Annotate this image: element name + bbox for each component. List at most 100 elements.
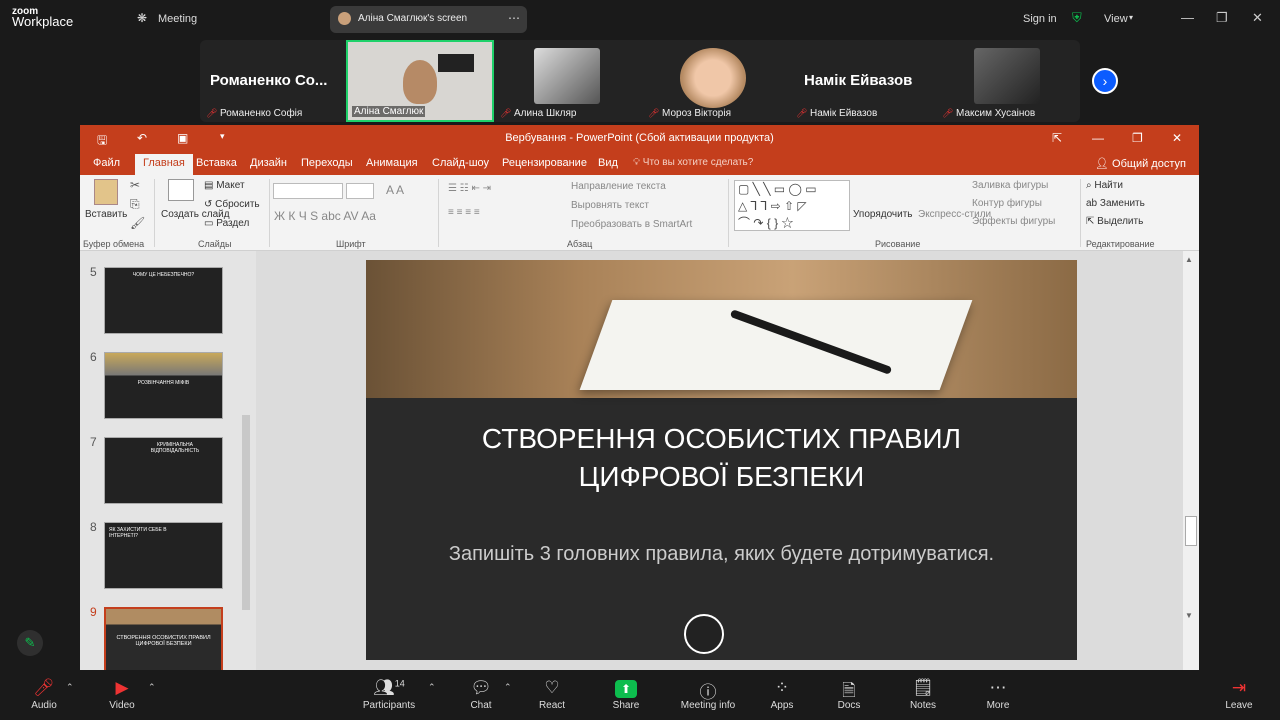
font-format-icons[interactable]: Ж К Ч S abc AV Aa bbox=[274, 209, 376, 223]
slide-thumbnail[interactable]: ЯК ЗАХИСТИТИ СЕБЕ В ІНТЕРНЕТІ? bbox=[104, 522, 223, 589]
active-speaker-tile[interactable]: Аліна Смаглюк bbox=[346, 40, 494, 122]
share-screen-button[interactable]: ⬆ Share bbox=[606, 670, 646, 720]
leave-button[interactable]: ⇥ Leave bbox=[1220, 670, 1258, 720]
slide-thumbnail[interactable]: ЧОМУ ЦЕ НЕБЕЗПЕЧНО? bbox=[104, 267, 223, 334]
shield-icon[interactable]: ⛨ bbox=[1072, 10, 1082, 26]
slide-thumbnail-selected[interactable]: СТВОРЕННЯ ОСОБИСТИХ ПРАВИЛ ЦИФРОВОЇ БЕЗП… bbox=[104, 607, 223, 674]
paste-icon[interactable] bbox=[94, 179, 118, 205]
cut-icon[interactable]: ✂ bbox=[130, 178, 140, 192]
restore-icon[interactable]: ❐ bbox=[1216, 10, 1228, 26]
participant-tile[interactable]: 🎤︎ Алина Шкляр bbox=[494, 40, 642, 122]
chevron-up-icon[interactable]: ⌃ bbox=[66, 682, 74, 693]
tab-home[interactable]: Главная bbox=[135, 154, 193, 175]
notes-button[interactable]: 🗒︎ Notes bbox=[904, 670, 942, 720]
share-button[interactable]: 👤︎ Общий доступ bbox=[1095, 157, 1186, 170]
avatar bbox=[534, 48, 600, 104]
shape-effects-button[interactable]: Эффекты фигуры bbox=[972, 216, 1055, 227]
participant-tile[interactable]: Романенко Со... 🎤︎ Романенко Софія bbox=[200, 40, 346, 122]
replace-button[interactable]: ab Заменить bbox=[1086, 198, 1145, 209]
editor-scrollbar[interactable]: ▲ ▼ bbox=[1183, 251, 1199, 670]
more-button[interactable]: ⋯ More bbox=[980, 670, 1016, 720]
align-icons[interactable]: ≡ ≡ ≡ ≡ bbox=[448, 207, 480, 218]
screen-share-pill[interactable]: Аліна Смаглюк's screen ⋯ bbox=[330, 6, 527, 33]
font-grow-icon[interactable]: A A bbox=[386, 183, 404, 197]
chevron-up-icon[interactable]: ⌃ bbox=[148, 682, 156, 693]
font-size-input[interactable] bbox=[346, 183, 374, 199]
chat-button[interactable]: 💬︎ Chat bbox=[462, 670, 500, 720]
docs-button[interactable]: 🗎 Docs bbox=[832, 670, 866, 720]
apps-button[interactable]: ⁘ Apps bbox=[764, 670, 800, 720]
close-icon[interactable]: ✕ bbox=[1172, 131, 1182, 145]
smartart-button[interactable]: Преобразовать в SmartArt bbox=[571, 219, 692, 230]
current-slide[interactable]: СТВОРЕННЯ ОСОБИСТИХ ПРАВИЛ ЦИФРОВОЇ БЕЗП… bbox=[366, 260, 1077, 660]
ribbon-home: Вставить ✂ ⎘ 🖌︎ Создать слайд ▤ Макет ↺ … bbox=[80, 175, 1199, 251]
meeting-label[interactable]: Meeting bbox=[158, 13, 197, 25]
scroll-down-icon[interactable]: ▼ bbox=[1185, 611, 1193, 620]
shape-fill-button[interactable]: Заливка фигуры bbox=[972, 180, 1048, 191]
participant-name: Алина Шкляр bbox=[514, 108, 577, 119]
next-page-icon[interactable]: › bbox=[1092, 68, 1118, 94]
reset-button[interactable]: ↺ Сбросить bbox=[204, 199, 260, 210]
shapes-gallery[interactable]: ▢ ╲ ╲ ▭ ◯ ▭ △ ⅂ ⅂ ⇨ ⇧ ◸ ⌒ ↷ { } ☆ bbox=[734, 180, 850, 231]
participant-tile[interactable]: Намік Ейвазов 🎤︎ Намік Ейвазов bbox=[790, 40, 936, 122]
paw-icon[interactable]: ❋ bbox=[137, 11, 147, 25]
tab-view[interactable]: Вид bbox=[598, 157, 618, 169]
list-icons[interactable]: ☰ ☷ ⇤ ⇥ bbox=[448, 183, 491, 194]
scroll-up-icon[interactable]: ▲ bbox=[1185, 255, 1193, 264]
tab-transitions[interactable]: Переходы bbox=[301, 157, 353, 169]
select-button[interactable]: ⇱ Выделить bbox=[1086, 216, 1143, 227]
align-text-button[interactable]: Выровнять текст bbox=[571, 200, 649, 211]
close-icon[interactable]: ✕ bbox=[1252, 10, 1263, 26]
meeting-info-button[interactable]: ⓘ Meeting info bbox=[676, 670, 740, 720]
tab-slideshow[interactable]: Слайд-шоу bbox=[432, 157, 489, 169]
participant-tile[interactable]: 🎤︎ Мороз Вікторія bbox=[642, 40, 790, 122]
audio-button[interactable]: 🎤︎ Audio bbox=[22, 670, 66, 720]
text-direction-button[interactable]: Направление текста bbox=[571, 181, 666, 192]
arrange-button[interactable]: Упорядочить bbox=[853, 209, 913, 220]
share-label: Общий доступ bbox=[1112, 158, 1186, 170]
tell-me-box[interactable]: 💡︎ Что вы хотите сделать? bbox=[633, 157, 753, 168]
tab-animations[interactable]: Анимация bbox=[366, 157, 418, 169]
zoom-logo: zoom Workplace bbox=[12, 7, 73, 29]
thumbnail-scrollbar[interactable] bbox=[240, 255, 252, 667]
more-options-icon[interactable]: ⋯ bbox=[508, 11, 520, 25]
view-button[interactable]: View bbox=[1104, 13, 1128, 25]
scrollbar-thumb[interactable] bbox=[242, 415, 250, 610]
copy-icon[interactable]: ⎘ bbox=[130, 197, 140, 212]
participant-tile[interactable]: 🎤︎ Максим Хусаінов bbox=[936, 40, 1080, 122]
paste-button[interactable]: Вставить bbox=[85, 209, 127, 220]
video-off-icon: ▶︎ bbox=[115, 678, 129, 697]
ribbon-options-icon[interactable]: ⇱ bbox=[1052, 131, 1062, 145]
tab-file[interactable]: Файл bbox=[93, 157, 120, 169]
chat-label: Chat bbox=[470, 700, 492, 711]
slide-thumbnail[interactable]: РОЗВІНЧАННЯ МІФІВ bbox=[104, 352, 223, 419]
participants-button[interactable]: 👥︎14 Participants bbox=[358, 670, 420, 720]
minimize-icon[interactable]: — bbox=[1181, 10, 1194, 25]
tv-shape bbox=[438, 54, 474, 72]
shape-outline-button[interactable]: Контур фигуры bbox=[972, 198, 1042, 209]
format-painter-icon[interactable]: 🖌︎ bbox=[130, 216, 145, 230]
slide-subtitle: Запишіть 3 головних правила, яких будете… bbox=[448, 543, 995, 565]
sign-in-link[interactable]: Sign in bbox=[1023, 13, 1057, 25]
react-button[interactable]: ♡ React bbox=[532, 670, 572, 720]
annotate-icon[interactable]: ✎ bbox=[17, 630, 43, 656]
section-button[interactable]: ▭ Раздел bbox=[204, 218, 249, 229]
avatar bbox=[680, 48, 746, 108]
participant-name: Аліна Смаглюк bbox=[352, 106, 426, 117]
tab-review[interactable]: Рецензирование bbox=[502, 157, 587, 169]
video-button[interactable]: ▶︎ Video bbox=[100, 670, 144, 720]
scrollbar-thumb[interactable] bbox=[1185, 516, 1197, 546]
chevron-up-icon[interactable]: ⌃ bbox=[428, 682, 436, 693]
minimize-icon[interactable]: — bbox=[1092, 131, 1104, 145]
divider bbox=[154, 179, 155, 247]
tab-design[interactable]: Дизайн bbox=[250, 157, 287, 169]
tab-insert[interactable]: Вставка bbox=[196, 157, 237, 169]
new-slide-icon[interactable] bbox=[168, 179, 194, 201]
layout-button[interactable]: ▤ Макет bbox=[204, 180, 245, 191]
chevron-down-icon[interactable]: ▾ bbox=[1129, 13, 1133, 22]
find-button[interactable]: ⌕ Найти bbox=[1086, 180, 1123, 191]
slide-thumbnail[interactable]: КРИМІНАЛЬНА ВІДПОВІДАЛЬНІСТЬ bbox=[104, 437, 223, 504]
restore-icon[interactable]: ❐ bbox=[1132, 131, 1143, 145]
chevron-up-icon[interactable]: ⌃ bbox=[504, 682, 512, 693]
font-name-input[interactable] bbox=[273, 183, 343, 199]
